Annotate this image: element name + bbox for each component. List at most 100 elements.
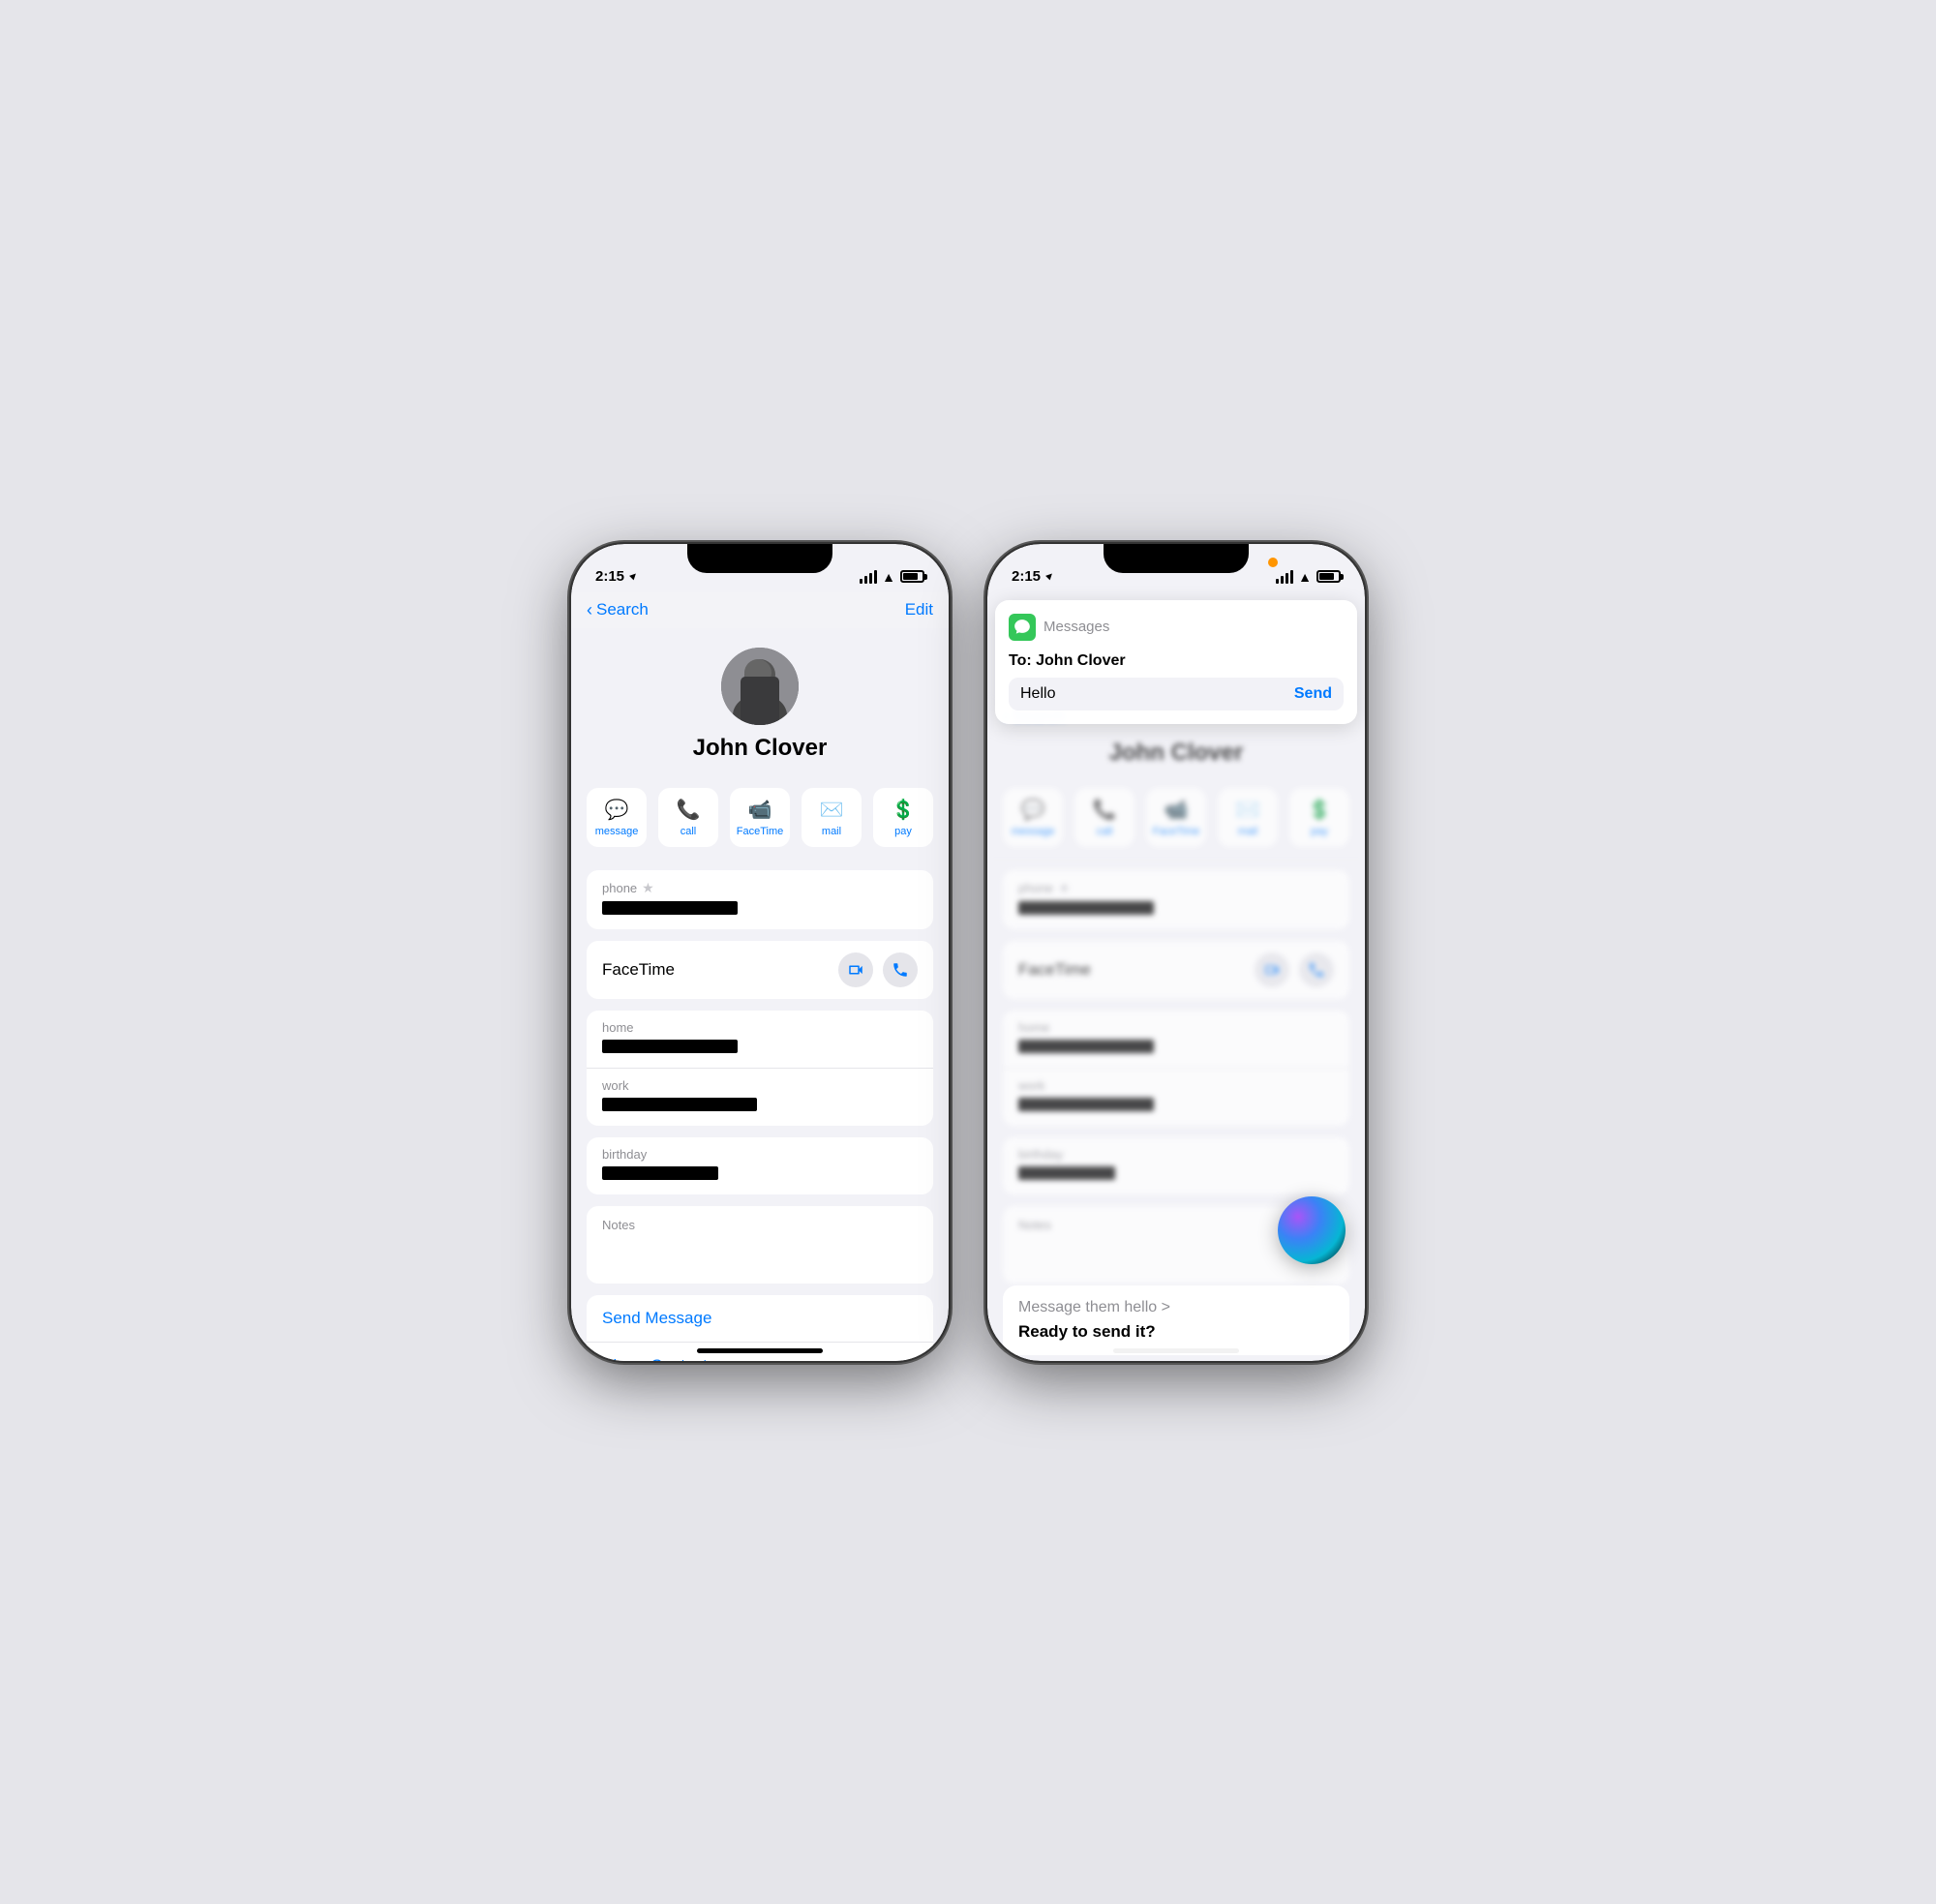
messages-bubble-icon xyxy=(1012,617,1033,638)
edit-button[interactable]: Edit xyxy=(905,600,933,620)
right-wifi-icon: ▲ xyxy=(1298,569,1312,585)
birthday-row: birthday xyxy=(587,1137,933,1194)
right-star-icon: ★ xyxy=(1058,880,1071,896)
right-phone-icon xyxy=(1308,961,1325,979)
notes-content: Notes xyxy=(587,1206,933,1284)
home-row[interactable]: home xyxy=(587,1011,933,1069)
siri-orb[interactable] xyxy=(1278,1196,1346,1264)
pay-label: pay xyxy=(894,826,912,837)
facetime-icon: 📹 xyxy=(748,798,772,822)
right-pay-button[interactable]: 💲 pay xyxy=(1289,788,1349,847)
call-button[interactable]: 📞 call xyxy=(658,788,718,847)
right-status-icons: ▲ xyxy=(1276,569,1341,585)
birthday-value xyxy=(602,1166,718,1180)
facetime-section: FaceTime xyxy=(587,941,933,999)
right-facetime-audio-button[interactable] xyxy=(1299,952,1334,987)
phone-section: phone ★ xyxy=(587,870,933,929)
facetime-action-icons xyxy=(838,952,918,987)
birthday-section: birthday xyxy=(587,1137,933,1194)
home-value xyxy=(602,1040,738,1053)
right-work-value xyxy=(1018,1098,1154,1111)
right-mail-icon: ✉️ xyxy=(1236,798,1260,822)
messages-app-label: Messages xyxy=(1044,619,1109,635)
video-camera-icon xyxy=(847,961,864,979)
notes-section: Notes xyxy=(587,1206,933,1284)
right-birthday-section: birthday xyxy=(1003,1137,1349,1194)
right-mail-button[interactable]: ✉️ mail xyxy=(1218,788,1278,847)
screen-content[interactable]: ‹ Search Edit xyxy=(571,592,949,1361)
work-value xyxy=(602,1098,757,1111)
messages-input[interactable]: Hello xyxy=(1020,685,1294,703)
notes-label: Notes xyxy=(602,1218,918,1232)
right-email-section: home work xyxy=(1003,1011,1349,1126)
pay-icon: 💲 xyxy=(892,798,916,822)
right-home-value xyxy=(1018,1040,1154,1053)
home-label: home xyxy=(602,1020,918,1035)
messages-header: Messages xyxy=(1009,614,1344,641)
work-row[interactable]: work xyxy=(587,1069,933,1126)
right-facetime-button[interactable]: 📹 FaceTime xyxy=(1146,788,1206,847)
avatar-image xyxy=(721,648,799,725)
mail-icon: ✉️ xyxy=(820,798,844,822)
call-icon: 📞 xyxy=(677,798,701,822)
right-call-button[interactable]: 📞 call xyxy=(1074,788,1134,847)
right-location-arrow-icon: ▲ xyxy=(1042,568,1057,584)
right-action-row: 💬 message 📞 call 📹 FaceTime ✉️ mail xyxy=(987,776,1365,859)
home-indicator xyxy=(697,1348,823,1353)
right-message-button[interactable]: 💬 message xyxy=(1003,788,1063,847)
birthday-label: birthday xyxy=(602,1147,918,1162)
location-arrow-icon: ▲ xyxy=(625,568,641,584)
facetime-video-button[interactable] xyxy=(838,952,873,987)
contact-name: John Clover xyxy=(693,735,828,762)
right-notch xyxy=(1104,544,1249,573)
phone-row[interactable]: phone ★ xyxy=(587,870,933,929)
right-battery-icon xyxy=(1316,570,1341,583)
nav-bar: ‹ Search Edit xyxy=(571,592,949,628)
email-section: home work xyxy=(587,1011,933,1126)
siri-suggestion-text: Message them hello > xyxy=(1018,1299,1334,1316)
right-facetime-section: FaceTime xyxy=(1003,941,1349,999)
avatar xyxy=(721,648,799,725)
right-contact-name: John Clover xyxy=(987,735,1365,776)
status-icons: ▲ xyxy=(860,569,924,585)
messages-input-row: Hello Send xyxy=(1009,678,1344,710)
message-icon: 💬 xyxy=(605,798,629,822)
notch xyxy=(687,544,832,573)
contact-header: John Clover xyxy=(571,628,949,776)
right-facetime-video-button[interactable] xyxy=(1255,952,1289,987)
mail-label: mail xyxy=(822,826,841,837)
back-label: Search xyxy=(596,600,649,620)
phone-value xyxy=(602,901,738,915)
right-phone-row[interactable]: phone ★ xyxy=(1003,870,1349,929)
chevron-left-icon: ‹ xyxy=(587,600,592,620)
back-button[interactable]: ‹ Search xyxy=(587,600,649,620)
right-screen: 2:15 ▲ ▲ xyxy=(987,544,1365,1361)
wifi-icon: ▲ xyxy=(882,569,895,585)
right-phone-section: phone ★ xyxy=(1003,870,1349,929)
blurred-overlay: ‹ Search John Clover 💬 message 📞 call xyxy=(987,699,1365,1284)
facetime-label: FaceTime xyxy=(737,826,784,837)
mail-button[interactable]: ✉️ mail xyxy=(802,788,862,847)
right-video-icon xyxy=(1263,961,1281,979)
right-signal-icon xyxy=(1276,570,1293,584)
phone-label: phone ★ xyxy=(602,880,918,896)
facetime-row: FaceTime xyxy=(587,941,933,999)
send-message-button[interactable]: Send Message xyxy=(587,1295,933,1343)
right-home-row[interactable]: home xyxy=(1003,1011,1349,1069)
battery-icon xyxy=(900,570,924,583)
right-phone: 2:15 ▲ ▲ xyxy=(987,544,1365,1361)
facetime-audio-button[interactable] xyxy=(883,952,918,987)
right-work-row[interactable]: work xyxy=(1003,1069,1349,1126)
message-button[interactable]: 💬 message xyxy=(587,788,647,847)
left-screen: 2:15 ▲ ▲ ‹ S xyxy=(571,544,949,1361)
signal-icon xyxy=(860,570,877,584)
call-label: call xyxy=(681,826,697,837)
messages-send-button[interactable]: Send xyxy=(1294,685,1332,703)
right-call-icon: 📞 xyxy=(1093,798,1117,822)
messages-app-icon xyxy=(1009,614,1036,641)
pay-button[interactable]: 💲 pay xyxy=(873,788,933,847)
siri-suggestion[interactable]: Message them hello > Ready to send it? xyxy=(1003,1285,1349,1355)
messages-to-field: To: John Clover xyxy=(1009,652,1344,670)
siri-ready-text: Ready to send it? xyxy=(1018,1322,1334,1342)
facetime-action-button[interactable]: 📹 FaceTime xyxy=(730,788,790,847)
